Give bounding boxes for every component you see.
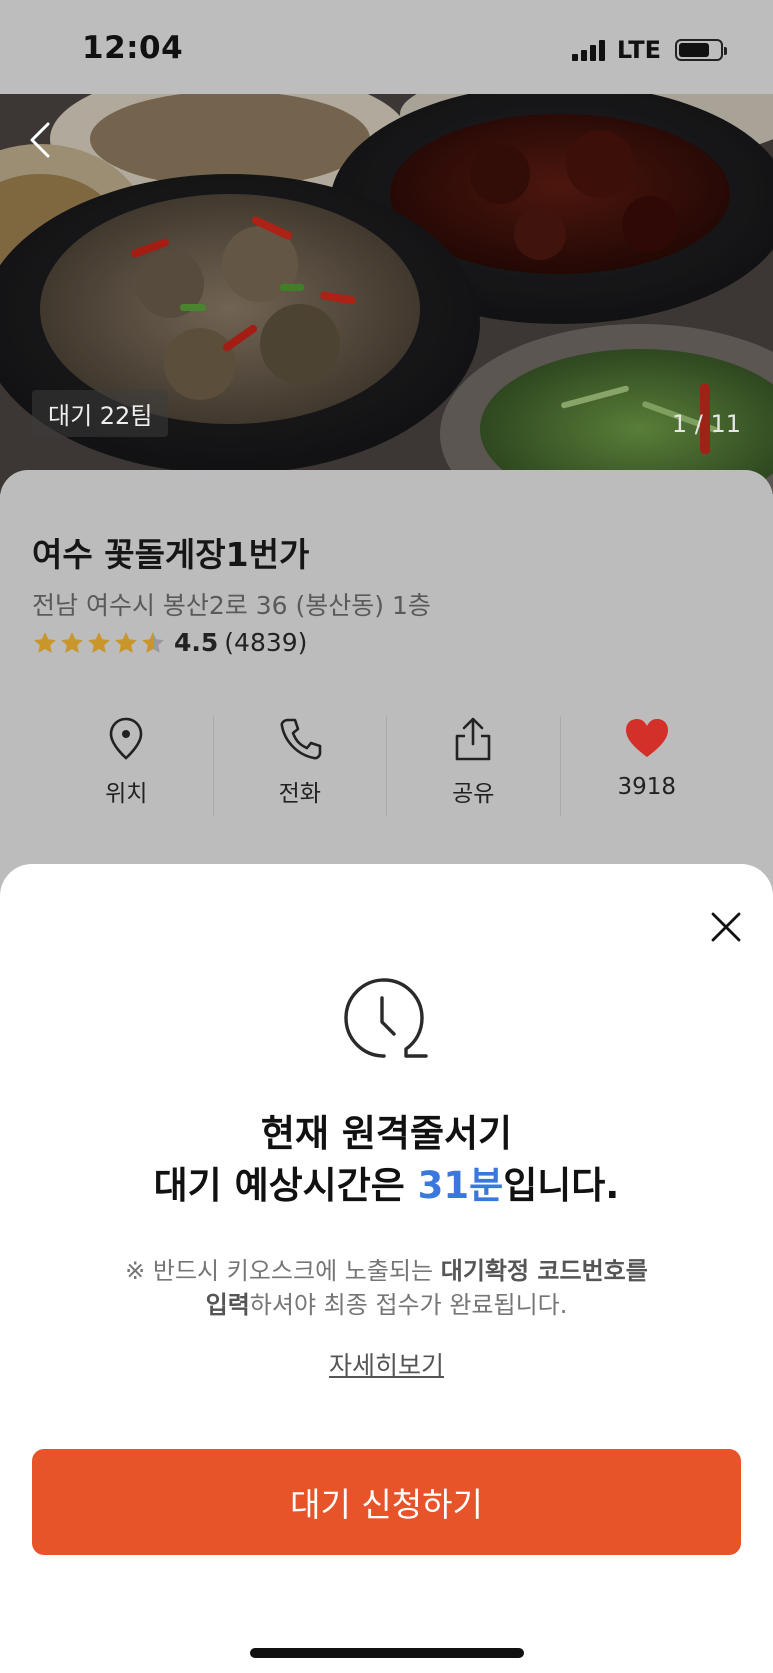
status-time: 12:04 — [82, 30, 184, 66]
notice-bold-input: 입력 — [205, 1291, 250, 1319]
share-button[interactable]: 공유 — [387, 716, 561, 816]
waitlist-bottom-sheet: 현재 원격줄서기 대기 예상시간은 31분입니다. ※ 반드시 키오스크에 노출… — [0, 864, 773, 1673]
title-line-2: 대기 예상시간은 31분입니다. — [0, 1160, 773, 1212]
restaurant-address: 전남 여수시 봉산2로 36 (봉산동) 1층 — [32, 591, 431, 620]
heart-icon — [625, 719, 668, 757]
details-link[interactable]: 자세히보기 — [329, 1351, 444, 1380]
close-icon[interactable] — [709, 910, 743, 944]
apply-waitlist-button[interactable]: 대기 신청하기 — [32, 1449, 741, 1555]
battery-icon — [675, 39, 727, 61]
rating-row: 4.5 (4839) — [32, 628, 307, 657]
restaurant-name: 여수 꽃돌게장1번가 — [32, 535, 310, 574]
title-prefix: 대기 예상시간은 — [153, 1164, 418, 1207]
location-pin-icon — [109, 717, 143, 760]
photo-counter: 1 / 11 — [671, 410, 741, 438]
star-icon — [61, 631, 83, 653]
half-star-icon — [142, 631, 164, 653]
action-bar: 위치 전화 공유 3918 — [40, 716, 733, 816]
wait-time-value: 31분 — [417, 1164, 504, 1207]
signal-icon — [571, 39, 605, 61]
status-icons: LTE — [571, 36, 727, 64]
status-bar: 12:04 LTE — [0, 0, 773, 94]
wait-count-badge: 대기 22팀 — [32, 390, 169, 437]
network-label: LTE — [616, 36, 661, 64]
review-count: (4839) — [224, 628, 308, 657]
clock-icon — [344, 978, 428, 1058]
notice-bold-code: 대기확정 코드번호를 — [440, 1257, 648, 1285]
title-line-1: 현재 원격줄서기 — [260, 1112, 513, 1155]
favorite-button[interactable]: 3918 — [561, 716, 734, 816]
phone-label: 전화 — [278, 781, 321, 807]
share-icon — [455, 717, 491, 761]
location-label: 위치 — [105, 781, 148, 807]
details-link-row: 자세히보기 — [0, 1346, 773, 1382]
star-icon — [34, 631, 56, 653]
star-rating — [32, 630, 166, 656]
kiosk-notice: ※ 반드시 키오스크에 노출되는 대기확정 코드번호를입력하셔야 최종 접수가 … — [60, 1254, 713, 1322]
favorite-count: 3918 — [617, 774, 677, 800]
chevron-left-icon[interactable] — [26, 120, 54, 160]
star-icon — [88, 631, 110, 653]
wait-time-title: 현재 원격줄서기 대기 예상시간은 31분입니다. — [0, 1108, 773, 1212]
title-suffix: 입니다. — [503, 1164, 620, 1207]
phone-icon — [280, 718, 322, 760]
home-indicator — [250, 1648, 524, 1658]
notice-prefix: ※ 반드시 키오스크에 노출되는 — [125, 1257, 441, 1285]
notice-suffix: 하셔야 최종 접수가 완료됩니다. — [249, 1291, 568, 1319]
phone-button[interactable]: 전화 — [214, 716, 387, 816]
share-label: 공유 — [452, 781, 495, 807]
location-button[interactable]: 위치 — [40, 716, 214, 816]
rating-value: 4.5 — [174, 628, 219, 657]
star-icon — [115, 631, 137, 653]
